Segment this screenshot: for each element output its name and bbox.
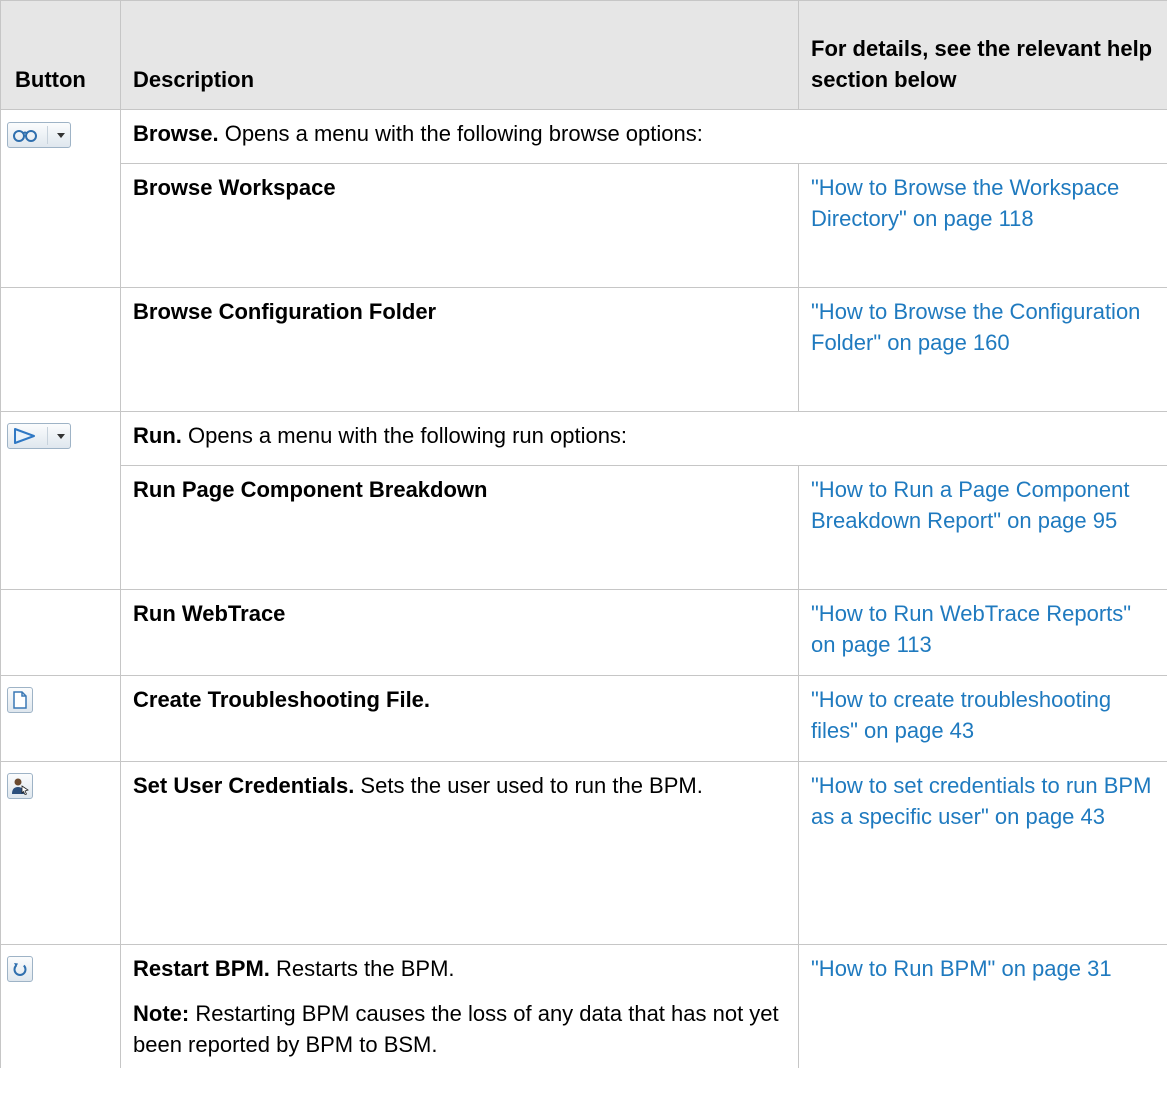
header-description: Description bbox=[120, 0, 799, 110]
browse-config-link[interactable]: "How to Browse the Configuration Folder"… bbox=[811, 299, 1140, 355]
credentials-details: "How to set credentials to run BPM as a … bbox=[798, 761, 1167, 945]
binoculars-dropdown-icon[interactable] bbox=[7, 122, 71, 148]
restart-button-cell bbox=[0, 944, 121, 1068]
chevron-down-icon bbox=[57, 132, 65, 138]
binoculars-icon bbox=[13, 130, 37, 142]
table-row-credentials: Set User Credentials. Sets the user used… bbox=[0, 761, 1167, 945]
browse-workspace-link[interactable]: "How to Browse the Workspace Directory" … bbox=[811, 175, 1119, 231]
run-pcbd-label: Run Page Component Breakdown bbox=[120, 465, 799, 590]
restart-description: Restart BPM. Restarts the BPM. Note: Res… bbox=[120, 944, 799, 1068]
table-row-run-webtrace: Run WebTrace "How to Run WebTrace Report… bbox=[0, 589, 1167, 676]
table-row-troubleshoot: Create Troubleshooting File. "How to cre… bbox=[0, 675, 1167, 762]
header-button: Button bbox=[0, 0, 121, 110]
run-description: Run. Opens a menu with the following run… bbox=[120, 411, 1167, 466]
table-row-restart: Restart BPM. Restarts the BPM. Note: Res… bbox=[0, 944, 1167, 1068]
browse-workspace-details: "How to Browse the Workspace Directory" … bbox=[798, 163, 1167, 288]
run-pcbd-link[interactable]: "How to Run a Page Component Breakdown R… bbox=[811, 477, 1129, 533]
browse-button-cell bbox=[0, 109, 121, 164]
table-row-browse-config: Browse Configuration Folder "How to Brow… bbox=[0, 287, 1167, 412]
credentials-link[interactable]: "How to set credentials to run BPM as a … bbox=[811, 773, 1151, 829]
restart-details: "How to Run BPM" on page 31 bbox=[798, 944, 1167, 1068]
run-webtrace-label: Run WebTrace bbox=[120, 589, 799, 676]
play-icon bbox=[14, 428, 35, 444]
restart-link[interactable]: "How to Run BPM" on page 31 bbox=[811, 956, 1112, 981]
credentials-description: Set User Credentials. Sets the user used… bbox=[120, 761, 799, 945]
run-button-cell bbox=[0, 411, 121, 466]
play-dropdown-icon[interactable] bbox=[7, 423, 71, 449]
document-icon[interactable] bbox=[7, 687, 33, 713]
browse-config-details: "How to Browse the Configuration Folder"… bbox=[798, 287, 1167, 412]
run-webtrace-link[interactable]: "How to Run WebTrace Reports" on page 11… bbox=[811, 601, 1131, 657]
browse-description: Browse. Opens a menu with the following … bbox=[120, 109, 1167, 164]
table-header-row: Button Description For details, see the … bbox=[0, 0, 1167, 110]
user-credentials-icon[interactable] bbox=[7, 773, 33, 799]
chevron-down-icon bbox=[57, 433, 65, 439]
table-row-browse-workspace: Browse Workspace "How to Browse the Work… bbox=[0, 163, 1167, 288]
table-row-run-pcbd: Run Page Component Breakdown "How to Run… bbox=[0, 465, 1167, 590]
header-details: For details, see the relevant help secti… bbox=[798, 0, 1167, 110]
restart-note: Note: Restarting BPM causes the loss of … bbox=[133, 1001, 779, 1057]
credentials-button-cell bbox=[0, 761, 121, 945]
troubleshoot-details: "How to create troubleshooting files" on… bbox=[798, 675, 1167, 762]
table-row-run: Run. Opens a menu with the following run… bbox=[0, 411, 1167, 466]
run-webtrace-details: "How to Run WebTrace Reports" on page 11… bbox=[798, 589, 1167, 676]
troubleshoot-description: Create Troubleshooting File. bbox=[120, 675, 799, 762]
table-row-browse: Browse. Opens a menu with the following … bbox=[0, 109, 1167, 164]
restart-icon[interactable] bbox=[7, 956, 33, 982]
run-pcbd-details: "How to Run a Page Component Breakdown R… bbox=[798, 465, 1167, 590]
browse-config-label: Browse Configuration Folder bbox=[120, 287, 799, 412]
browse-workspace-label: Browse Workspace bbox=[120, 163, 799, 288]
troubleshoot-button-cell bbox=[0, 675, 121, 762]
buttons-table: Button Description For details, see the … bbox=[0, 0, 1167, 1068]
troubleshoot-link[interactable]: "How to create troubleshooting files" on… bbox=[811, 687, 1111, 743]
